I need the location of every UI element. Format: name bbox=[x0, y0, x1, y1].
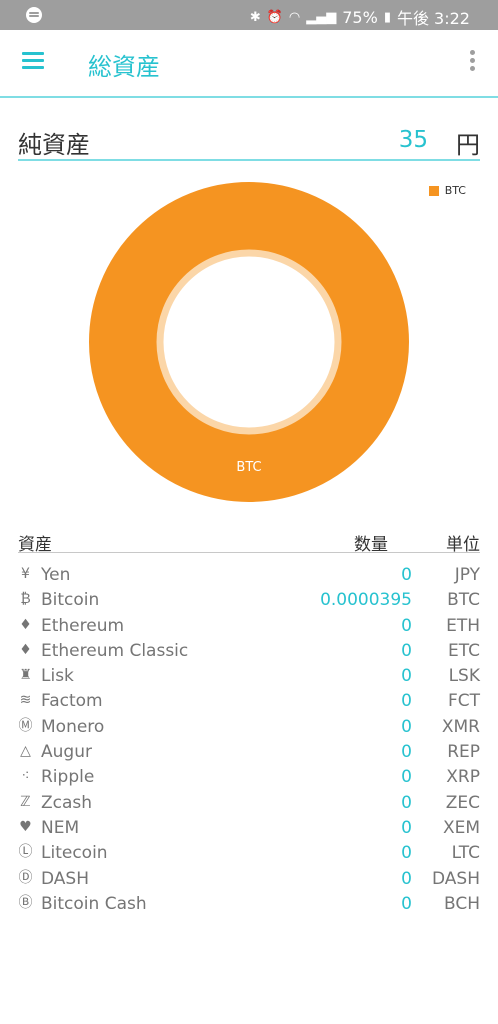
asset-code: ZEC bbox=[445, 792, 480, 813]
asset-row[interactable]: ℤ Zcash 0 ZEC bbox=[18, 789, 480, 814]
asset-code: REP bbox=[447, 742, 480, 763]
asset-row[interactable]: Ⓛ Litecoin 0 LTC bbox=[18, 839, 481, 864]
asset-name: Yen bbox=[41, 565, 71, 585]
asset-name: Ripple bbox=[41, 767, 95, 788]
asset-qty: 0 bbox=[401, 868, 412, 889]
asset-code: DASH bbox=[432, 868, 480, 889]
dash-icon: Ⓓ bbox=[18, 869, 33, 886]
asset-name: Factom bbox=[41, 691, 103, 712]
asset-code: ETC bbox=[448, 640, 480, 661]
clock: 午後 3:22 bbox=[396, 9, 470, 28]
asset-row[interactable]: △ Augur 0 REP bbox=[18, 738, 480, 763]
asset-code: ETH bbox=[446, 615, 480, 636]
signal-icon: ▂▄▆ bbox=[306, 9, 337, 25]
net-assets-label: 純資産 bbox=[18, 131, 90, 159]
asset-code: JPY bbox=[454, 565, 480, 585]
asset-row[interactable]: ¥ Yen 0 JPY bbox=[18, 561, 480, 586]
asset-row[interactable]: ♜ Lisk 0 LSK bbox=[18, 662, 480, 687]
nem-icon: ♥ bbox=[19, 818, 32, 835]
more-options-icon[interactable] bbox=[468, 50, 476, 74]
asset-qty: 0 bbox=[401, 893, 412, 914]
asset-name: Litecoin bbox=[41, 843, 108, 864]
asset-name: Lisk bbox=[41, 666, 74, 687]
asset-row[interactable]: ♦ Ethereum Classic 0 ETC bbox=[18, 637, 480, 662]
asset-qty: 0 bbox=[401, 843, 412, 864]
asset-code: XMR bbox=[441, 716, 480, 737]
header-qty: 数量 bbox=[354, 535, 388, 555]
bitcoin-cash-icon: Ⓑ bbox=[18, 894, 33, 911]
asset-qty: 0 bbox=[401, 615, 412, 636]
asset-qty: 0 bbox=[401, 691, 412, 712]
app-bar: 総資産 bbox=[0, 30, 498, 98]
asset-row[interactable]: ♥ NEM 0 XEM bbox=[18, 814, 480, 839]
asset-code: BCH bbox=[443, 893, 480, 914]
lisk-icon: ♜ bbox=[19, 667, 32, 684]
asset-qty: 0 bbox=[401, 767, 412, 788]
battery-icon: ▮ bbox=[383, 9, 391, 25]
asset-qty: 0 bbox=[401, 666, 412, 687]
slice-label-btc: BTC bbox=[236, 460, 261, 475]
asset-name: Ethereum Classic bbox=[41, 640, 189, 661]
asset-name: NEM bbox=[41, 817, 80, 838]
asset-code: LTC bbox=[451, 843, 480, 864]
table-header: 資産 数量 単位 bbox=[18, 528, 480, 555]
asset-qty: 0.0000395 bbox=[320, 590, 412, 611]
asset-code: XEM bbox=[442, 817, 480, 838]
litecoin-icon: Ⓛ bbox=[18, 844, 33, 861]
ethereum-icon: ♦ bbox=[19, 616, 32, 633]
asset-code: XRP bbox=[446, 767, 480, 788]
asset-name: DASH bbox=[41, 868, 89, 889]
asset-list: ¥ Yen 0 JPY ₿ Bitcoin 0.0000395 BTC ♦ Ethereum 0 ET… bbox=[18, 561, 481, 915]
asset-row[interactable]: Ⓓ DASH 0 DASH bbox=[18, 865, 481, 890]
net-assets-unit: 円 bbox=[456, 131, 480, 159]
battery-percent: 75% bbox=[342, 7, 378, 27]
bitcoin-icon: ₿ bbox=[20, 591, 31, 608]
wifi-icon: ◠ bbox=[288, 9, 301, 25]
asset-row[interactable]: ≋ Factom 0 FCT bbox=[18, 687, 480, 712]
header-asset: 資産 bbox=[18, 535, 52, 555]
net-assets: 純資産 35 円 bbox=[18, 123, 480, 161]
asset-code: FCT bbox=[447, 691, 480, 712]
alarm-icon: ⏰ bbox=[266, 9, 283, 25]
ripple-icon: ⁖ bbox=[21, 768, 30, 785]
asset-name: Bitcoin bbox=[41, 590, 100, 611]
asset-qty: 0 bbox=[401, 565, 412, 585]
asset-row[interactable]: Ⓜ Monero 0 XMR bbox=[18, 713, 481, 738]
page-title: 総資産 bbox=[88, 53, 160, 81]
asset-name: Ethereum bbox=[41, 615, 125, 636]
donut-chart: BTC bbox=[89, 182, 409, 502]
zcash-icon: ℤ bbox=[20, 793, 31, 810]
asset-row[interactable]: Ⓑ Bitcoin Cash 0 BCH bbox=[18, 890, 481, 915]
status-bar: ✱ ⏰ ◠ ▂▄▆ 75% ▮ 午後 3:22 bbox=[0, 0, 498, 30]
ethereum-classic-icon: ♦ bbox=[19, 641, 32, 658]
yen-icon: ¥ bbox=[21, 566, 30, 582]
asset-row[interactable]: ♦ Ethereum 0 ETH bbox=[18, 612, 480, 637]
asset-qty: 0 bbox=[401, 640, 412, 661]
spotify-icon bbox=[26, 7, 42, 23]
net-assets-value: 35 bbox=[398, 127, 428, 153]
asset-code: LSK bbox=[448, 666, 480, 687]
asset-qty: 0 bbox=[401, 817, 412, 838]
asset-name: Bitcoin Cash bbox=[41, 893, 147, 914]
monero-icon: Ⓜ bbox=[18, 717, 33, 734]
factom-icon: ≋ bbox=[19, 692, 32, 709]
asset-table: 資産 数量 単位 ¥ Yen 0 JPY ₿ Bitcoin 0.0000395 BTC ♦ Et… bbox=[18, 528, 480, 915]
asset-name: Monero bbox=[41, 716, 105, 737]
asset-name: Zcash bbox=[41, 792, 93, 813]
asset-qty: 0 bbox=[401, 742, 412, 763]
asset-row[interactable]: ⁖ Ripple 0 XRP bbox=[18, 763, 480, 788]
header-unit: 単位 bbox=[446, 535, 480, 555]
asset-row[interactable]: ₿ Bitcoin 0.0000395 BTC bbox=[18, 586, 480, 611]
augur-icon: △ bbox=[20, 743, 31, 760]
bluetooth-icon: ✱ bbox=[249, 9, 261, 25]
donut-inner-ring bbox=[156, 249, 342, 435]
asset-name: Augur bbox=[41, 742, 92, 763]
asset-qty: 0 bbox=[401, 792, 412, 813]
asset-qty: 0 bbox=[401, 716, 412, 737]
asset-code: BTC bbox=[447, 590, 480, 611]
menu-icon[interactable] bbox=[22, 52, 44, 70]
